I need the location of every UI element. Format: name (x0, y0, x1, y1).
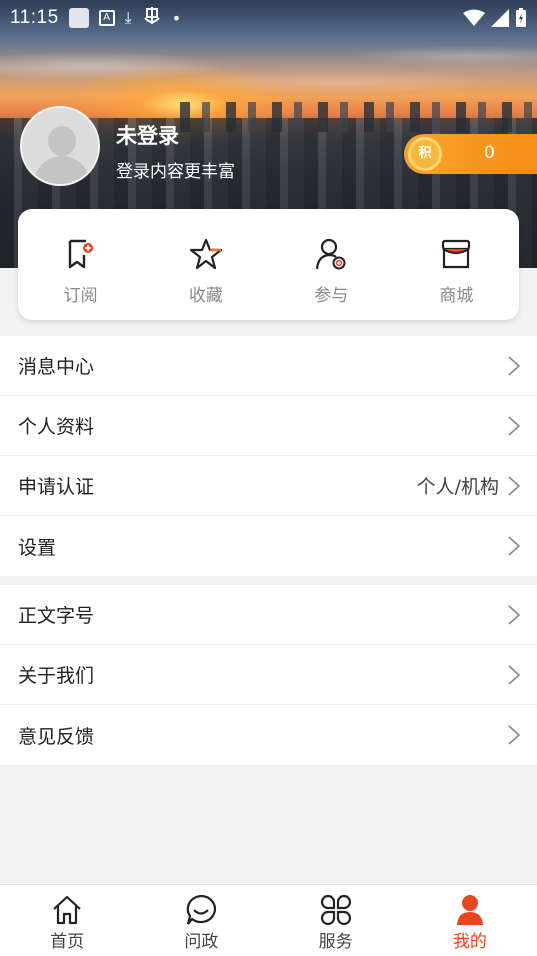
nav-tab-label: 首页 (50, 932, 85, 952)
menu-item-label: 关于我们 (18, 665, 95, 687)
login-hint[interactable]: 登录内容更丰富 (116, 157, 235, 182)
menu-item-font-size[interactable]: 正文字号 (0, 585, 537, 645)
quick-action-label: 收藏 (188, 286, 223, 306)
menu-item-settings[interactable]: 设置 (0, 516, 537, 576)
nav-tab-inquiry[interactable]: 问政 (134, 885, 268, 956)
nav-tab-home[interactable]: 首页 (0, 885, 134, 956)
menu-item-label: 个人资料 (18, 416, 95, 438)
menu-item-verification[interactable]: 申请认证 个人/机构 (0, 456, 537, 516)
quick-action-label: 商城 (439, 286, 474, 306)
menu-group-app: 正文字号 关于我们 意见反馈 (0, 585, 537, 765)
shop-icon (442, 239, 471, 269)
chevron-right-icon (508, 415, 521, 436)
status-time: 11:15 (10, 7, 59, 28)
sky-clouds (0, 36, 537, 106)
menu-group-account: 消息中心 个人资料 申请认证 个人/机构 设置 (0, 336, 537, 576)
chevron-right-icon (508, 536, 521, 556)
nav-tab-services[interactable]: 服务 (269, 885, 403, 956)
debug-icon (142, 6, 162, 30)
quick-actions-card: 订阅 收藏 参与 商城 (18, 209, 519, 320)
keyboard-notification-icon: A (98, 10, 115, 26)
nav-tab-label: 问政 (184, 932, 219, 952)
menu-item-label: 消息中心 (18, 356, 95, 378)
menu-item-label: 设置 (18, 536, 57, 559)
menu-item-messages[interactable]: 消息中心 (0, 336, 537, 396)
more-notifications-dot: • (171, 8, 182, 28)
points-badge[interactable]: 积 0 (404, 134, 537, 174)
menu-item-label: 意见反馈 (18, 725, 95, 748)
nav-tab-label: 服务 (318, 932, 353, 952)
chevron-right-icon (508, 475, 521, 496)
chat-icon (187, 894, 217, 925)
login-status-title[interactable]: 未登录 (116, 120, 179, 150)
avatar-body-shape (34, 156, 90, 184)
avatar-head-shape (48, 126, 76, 156)
quick-action-label: 订阅 (63, 286, 98, 306)
quick-action-subscribe[interactable]: 订阅 (18, 209, 143, 320)
quick-action-participate[interactable]: 参与 (269, 209, 394, 320)
points-coin-icon: 积 (408, 137, 442, 171)
chevron-right-icon (508, 725, 521, 745)
services-icon (320, 894, 351, 926)
menu-item-about[interactable]: 关于我们 (0, 645, 537, 705)
points-value: 0 (484, 143, 495, 163)
nav-tab-mine[interactable]: 我的 (403, 885, 537, 956)
menu-item-label: 申请认证 (18, 476, 95, 498)
avatar[interactable] (20, 106, 100, 186)
chevron-right-icon (508, 355, 521, 376)
wifi-icon (463, 9, 485, 26)
chevron-right-icon (508, 664, 521, 685)
nav-tab-label: 我的 (452, 932, 487, 952)
quick-action-shop[interactable]: 商城 (394, 209, 519, 320)
menu-item-feedback[interactable]: 意见反馈 (0, 705, 537, 765)
verification-type-value: 个人/机构 (416, 476, 499, 498)
download-icon: ⤓ (124, 8, 132, 27)
app-notification-icon (68, 8, 89, 28)
quick-action-label: 参与 (314, 286, 349, 306)
status-bar: 11:15 A ⤓ • (0, 0, 537, 36)
star-icon (189, 238, 222, 270)
chevron-right-icon (508, 604, 521, 625)
subscribe-icon (68, 239, 93, 269)
menu-item-profile[interactable]: 个人资料 (0, 396, 537, 456)
quick-action-favorites[interactable]: 收藏 (143, 209, 268, 320)
profile-icon (456, 895, 483, 925)
home-icon (53, 895, 81, 925)
bottom-navigation: 首页 问政 服务 我的 (0, 884, 537, 956)
battery-icon (516, 8, 526, 27)
participate-icon (316, 238, 346, 270)
signal-icon (491, 9, 509, 27)
menu-item-label: 正文字号 (18, 605, 95, 627)
